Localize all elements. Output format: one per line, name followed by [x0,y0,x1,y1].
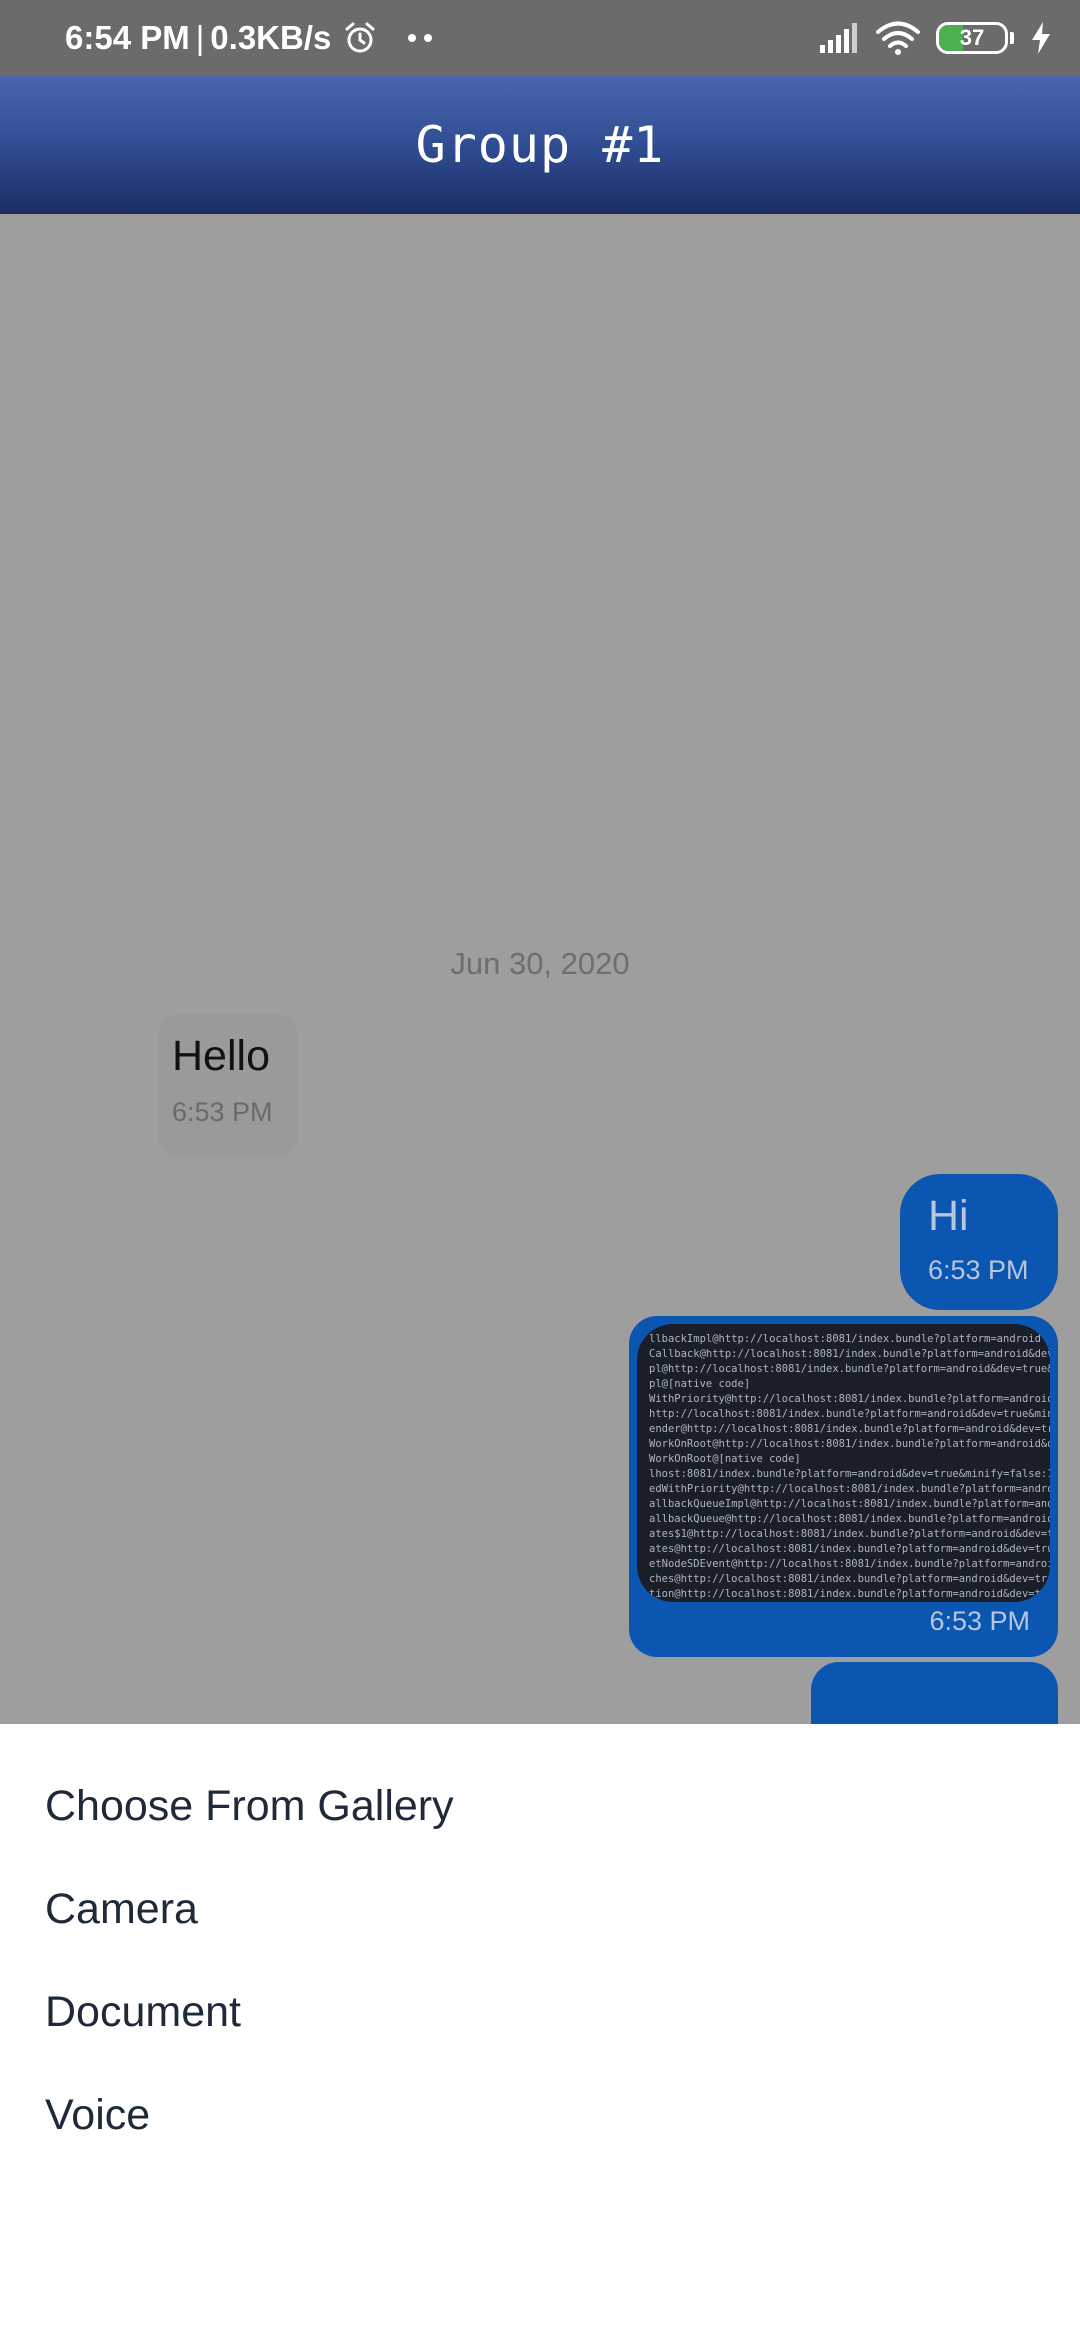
more-dots-icon [408,34,433,42]
outgoing-image-message[interactable]: llbackImpl@http://localhost:8081/index.b… [629,1316,1058,1657]
message-text: Hello [172,1032,270,1080]
image-code-line: pl@http://localhost:8081/index.bundle?pl… [649,1363,1050,1375]
outgoing-message-bubble[interactable]: Hi 6:53 PM [900,1174,1058,1310]
image-code-line: WorkOnRoot@http://localhost:8081/index.b… [649,1438,1050,1450]
battery-tip [1010,32,1014,44]
image-code-line: edWithPriority@http://localhost:8081/ind… [649,1483,1050,1495]
status-bar: 6:54 PM | 0.3KB/s 37 [0,0,1080,76]
image-code-line: http://localhost:8081/index.bundle?platf… [649,1408,1050,1420]
page-title: Group #1 [415,116,665,174]
status-separator: | [195,19,205,56]
attachment-bottom-sheet: Choose From Gallery Camera Document Voic… [0,1724,1080,2340]
battery-percent: 37 [959,25,985,50]
message-time: 6:53 PM [172,1097,273,1127]
date-separator: Jun 30, 2020 [450,946,630,981]
voice-option[interactable]: Voice [45,2091,150,2140]
battery-icon: 37 [936,22,1008,54]
image-code-line: Callback@http://localhost:8081/index.bun… [649,1348,1050,1360]
signal-icon [820,23,857,53]
outgoing-message-bubble-partial[interactable] [811,1662,1058,1724]
message-time: 6:53 PM [929,1606,1030,1636]
wifi-icon [876,21,920,55]
app-header: Group #1 [0,76,1080,214]
image-code-line: WithPriority@http://localhost:8081/index… [649,1393,1050,1405]
message-text: Hi [928,1192,969,1240]
image-code-line: lhost:8081/index.bundle?platform=android… [649,1468,1050,1480]
message-time: 6:53 PM [928,1255,1029,1285]
status-bar-right: 37 [820,0,1052,76]
image-code-line: ches@http://localhost:8081/index.bundle?… [649,1573,1050,1585]
status-time: 6:54 PM [65,19,190,56]
incoming-message-bubble[interactable]: Hello 6:53 PM [158,1014,298,1156]
choose-from-gallery-option[interactable]: Choose From Gallery [45,1782,454,1831]
camera-option[interactable]: Camera [45,1885,198,1934]
image-code-line: tion@http://localhost:8081/index.bundle?… [649,1588,1050,1600]
image-code-line: pl@[native code] [649,1378,751,1390]
image-code-line: WorkOnRoot@[native code] [649,1453,801,1465]
alarm-icon [345,22,375,53]
image-code-line: allbackQueueImpl@http://localhost:8081/i… [649,1498,1050,1510]
image-code-line: llbackImpl@http://localhost:8081/index.b… [649,1333,1041,1345]
image-thumbnail[interactable]: llbackImpl@http://localhost:8081/index.b… [637,1324,1050,1602]
document-option[interactable]: Document [45,1988,241,2037]
chat-area[interactable]: Jun 30, 2020 Hello 6:53 PM Hi 6:53 PM ll… [0,214,1080,1724]
image-code-line: ates$1@http://localhost:8081/index.bundl… [649,1528,1050,1540]
status-bar-left: 6:54 PM | 0.3KB/s [65,0,435,76]
image-code-line: ender@http://localhost:8081/index.bundle… [649,1423,1050,1435]
image-code-line: etNodeSDEvent@http://localhost:8081/inde… [649,1558,1050,1570]
charging-bolt-icon [1032,22,1050,54]
image-code-line: ates@http://localhost:8081/index.bundle?… [649,1543,1050,1555]
network-speed: 0.3KB/s [210,19,332,56]
image-code-line: allbackQueue@http://localhost:8081/index… [649,1513,1050,1525]
